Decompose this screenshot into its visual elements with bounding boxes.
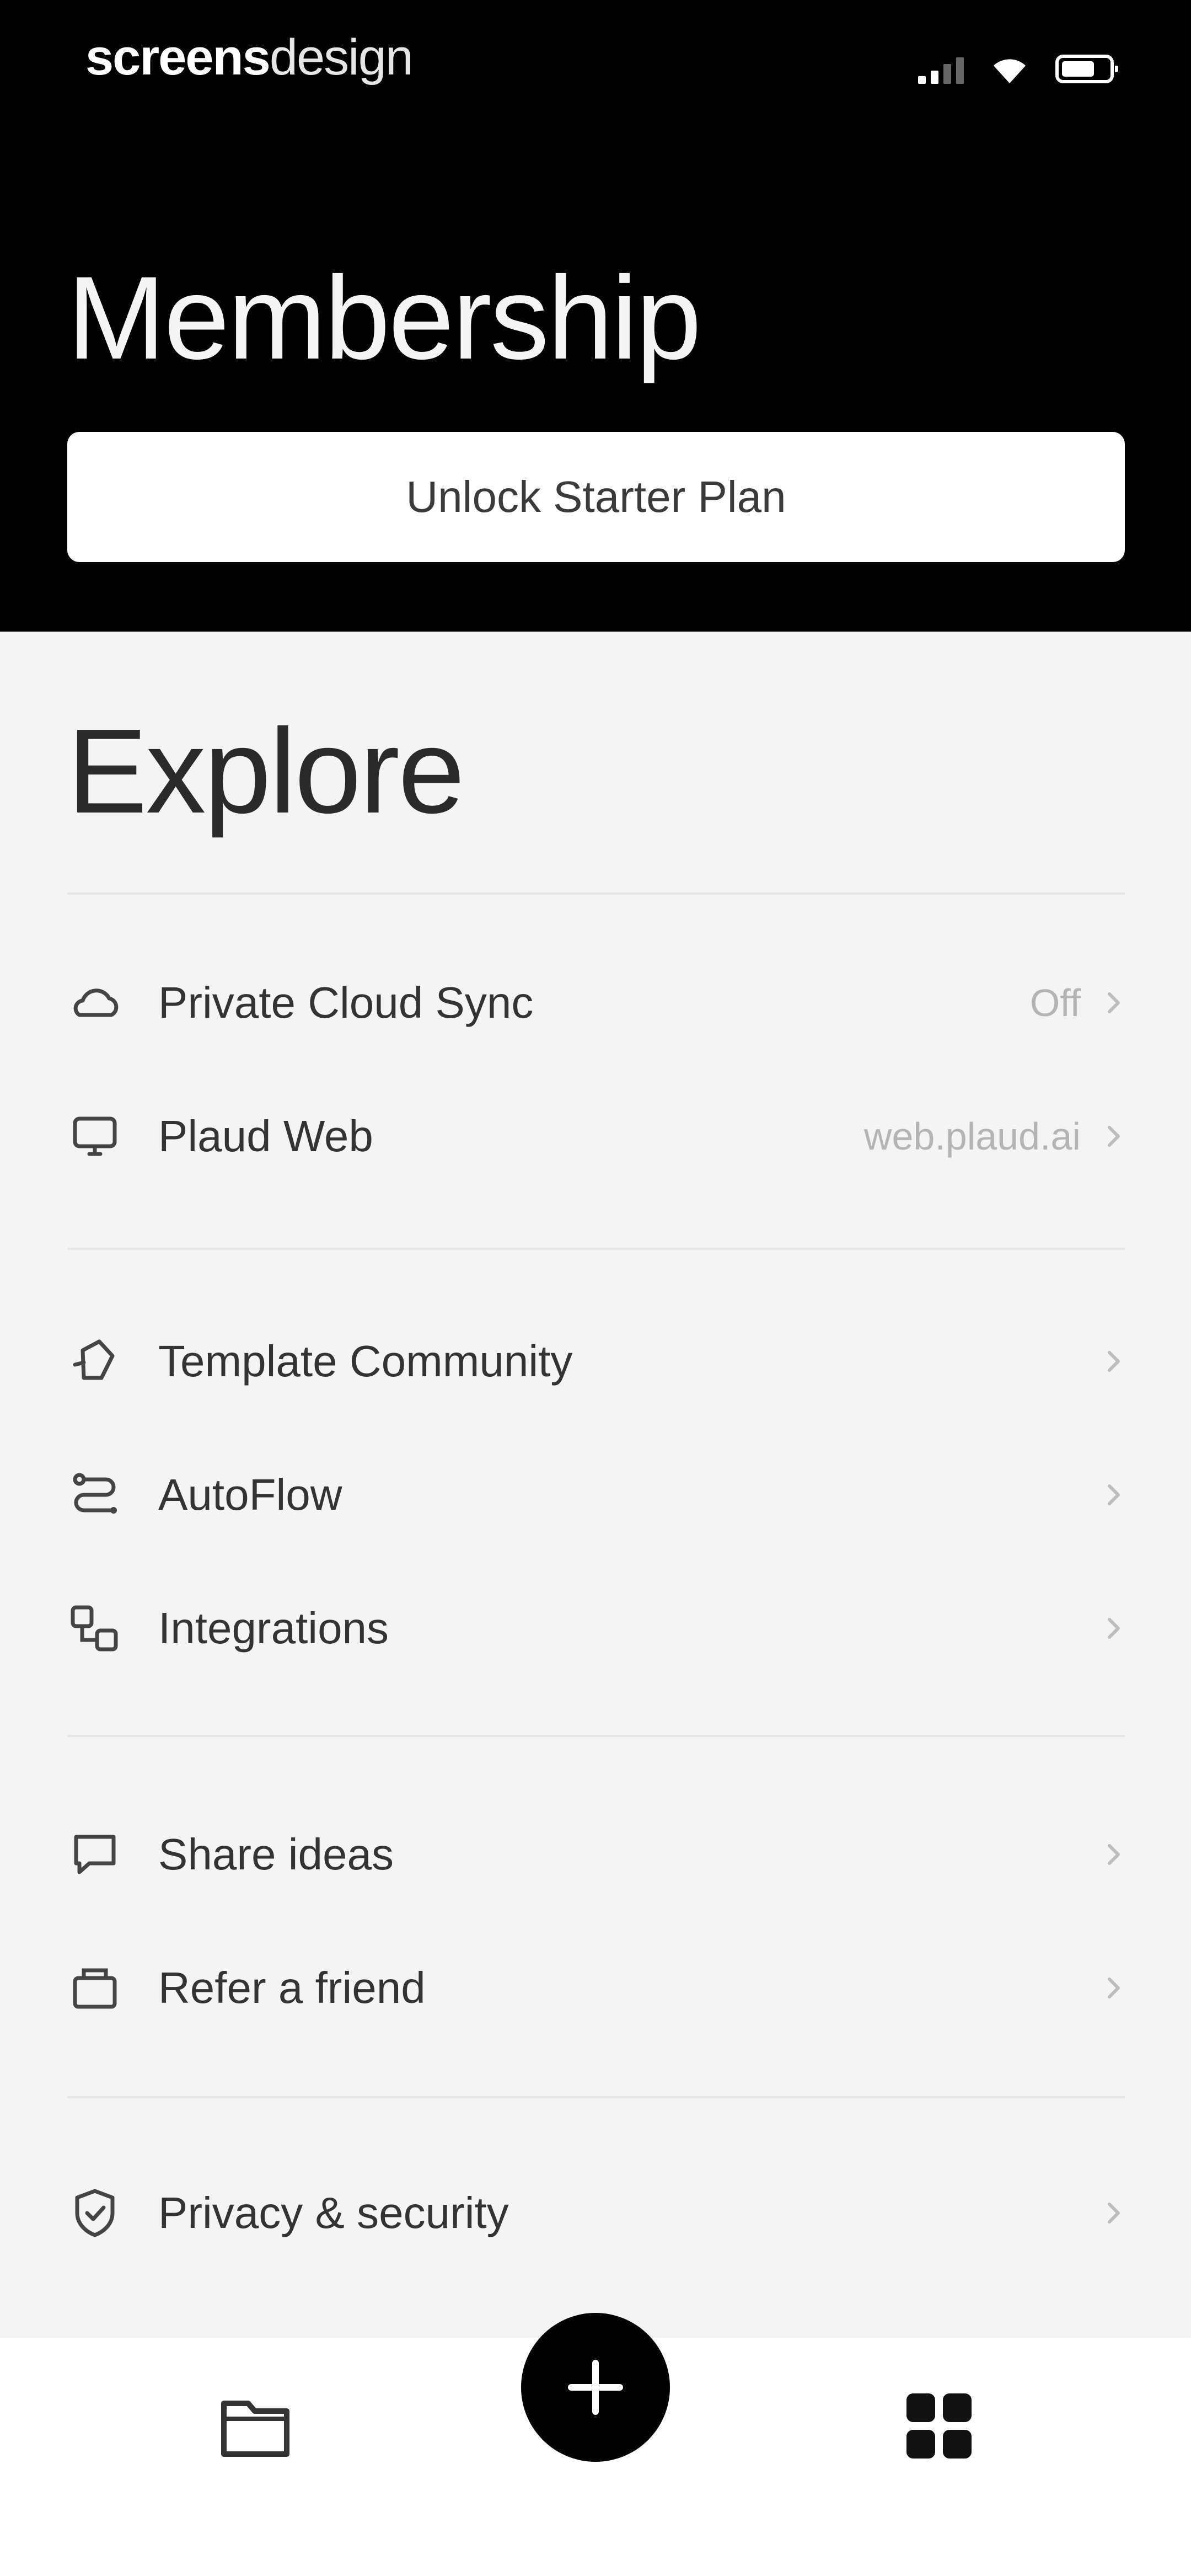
row-value: Off xyxy=(1029,981,1081,1024)
integrations-icon xyxy=(67,1601,128,1656)
row-label: Refer a friend xyxy=(158,1963,426,2012)
row-label: AutoFlow xyxy=(158,1470,342,1519)
shield-icon xyxy=(67,2185,128,2241)
row-value: web.plaud.ai xyxy=(863,1115,1081,1158)
chevron-right-icon xyxy=(1108,1484,1120,1505)
membership-header: screensdesign Membership Unlock Starter … xyxy=(0,0,1191,632)
bottom-nav xyxy=(0,2313,1191,2576)
row-refer-a-friend[interactable]: Refer a friend xyxy=(67,1933,1125,2043)
row-label: Private Cloud Sync xyxy=(158,978,534,1027)
brand-light-text: design xyxy=(269,29,414,85)
brand-watermark: screensdesign xyxy=(85,29,414,87)
row-privacy-security[interactable]: Privacy & security xyxy=(67,2158,1125,2268)
status-bar-icons xyxy=(918,52,1118,85)
row-label: Privacy & security xyxy=(158,2188,509,2237)
row-label: Integrations xyxy=(158,1604,389,1653)
row-plaud-web[interactable]: Plaud Web web.plaud.ai xyxy=(67,1081,1125,1191)
apps-grid-icon[interactable] xyxy=(898,2385,980,2467)
battery-icon xyxy=(1055,55,1118,83)
gift-icon xyxy=(67,1960,128,2016)
chevron-right-icon xyxy=(1108,1978,1120,1998)
unlock-starter-plan-button[interactable]: Unlock Starter Plan xyxy=(67,432,1125,562)
divider xyxy=(67,2096,1125,2098)
wifi-icon xyxy=(994,59,1026,83)
row-integrations[interactable]: Integrations xyxy=(67,1573,1125,1684)
autoflow-icon xyxy=(67,1467,128,1522)
chevron-right-icon xyxy=(1108,1351,1120,1372)
chevron-right-icon xyxy=(1108,1618,1120,1639)
divider xyxy=(67,1735,1125,1737)
cloud-icon xyxy=(67,975,128,1030)
chevron-right-icon xyxy=(1108,1844,1120,1865)
folder-icon[interactable] xyxy=(214,2385,297,2467)
divider xyxy=(67,892,1125,895)
template-icon xyxy=(67,1334,128,1389)
chevron-right-icon xyxy=(1108,1126,1120,1147)
row-template-community[interactable]: Template Community xyxy=(67,1306,1125,1417)
plus-icon xyxy=(568,2360,623,2415)
row-autoflow[interactable]: AutoFlow xyxy=(67,1440,1125,1550)
message-icon xyxy=(67,1827,128,1882)
signal-icon xyxy=(918,54,964,84)
divider xyxy=(67,1248,1125,1250)
monitor-icon xyxy=(67,1109,128,1164)
row-share-ideas[interactable]: Share ideas xyxy=(67,1799,1125,1910)
page-title: Membership xyxy=(67,252,701,384)
add-recording-button[interactable] xyxy=(521,2313,670,2462)
row-label: Template Community xyxy=(158,1337,573,1386)
brand-bold-text: screens xyxy=(85,29,271,85)
row-label: Plaud Web xyxy=(158,1111,373,1161)
chevron-right-icon xyxy=(1108,2203,1120,2224)
chevron-right-icon xyxy=(1108,992,1120,1013)
row-private-cloud-sync[interactable]: Private Cloud Sync Off xyxy=(67,948,1125,1058)
row-label: Share ideas xyxy=(158,1830,394,1879)
explore-heading: Explore xyxy=(67,704,465,838)
